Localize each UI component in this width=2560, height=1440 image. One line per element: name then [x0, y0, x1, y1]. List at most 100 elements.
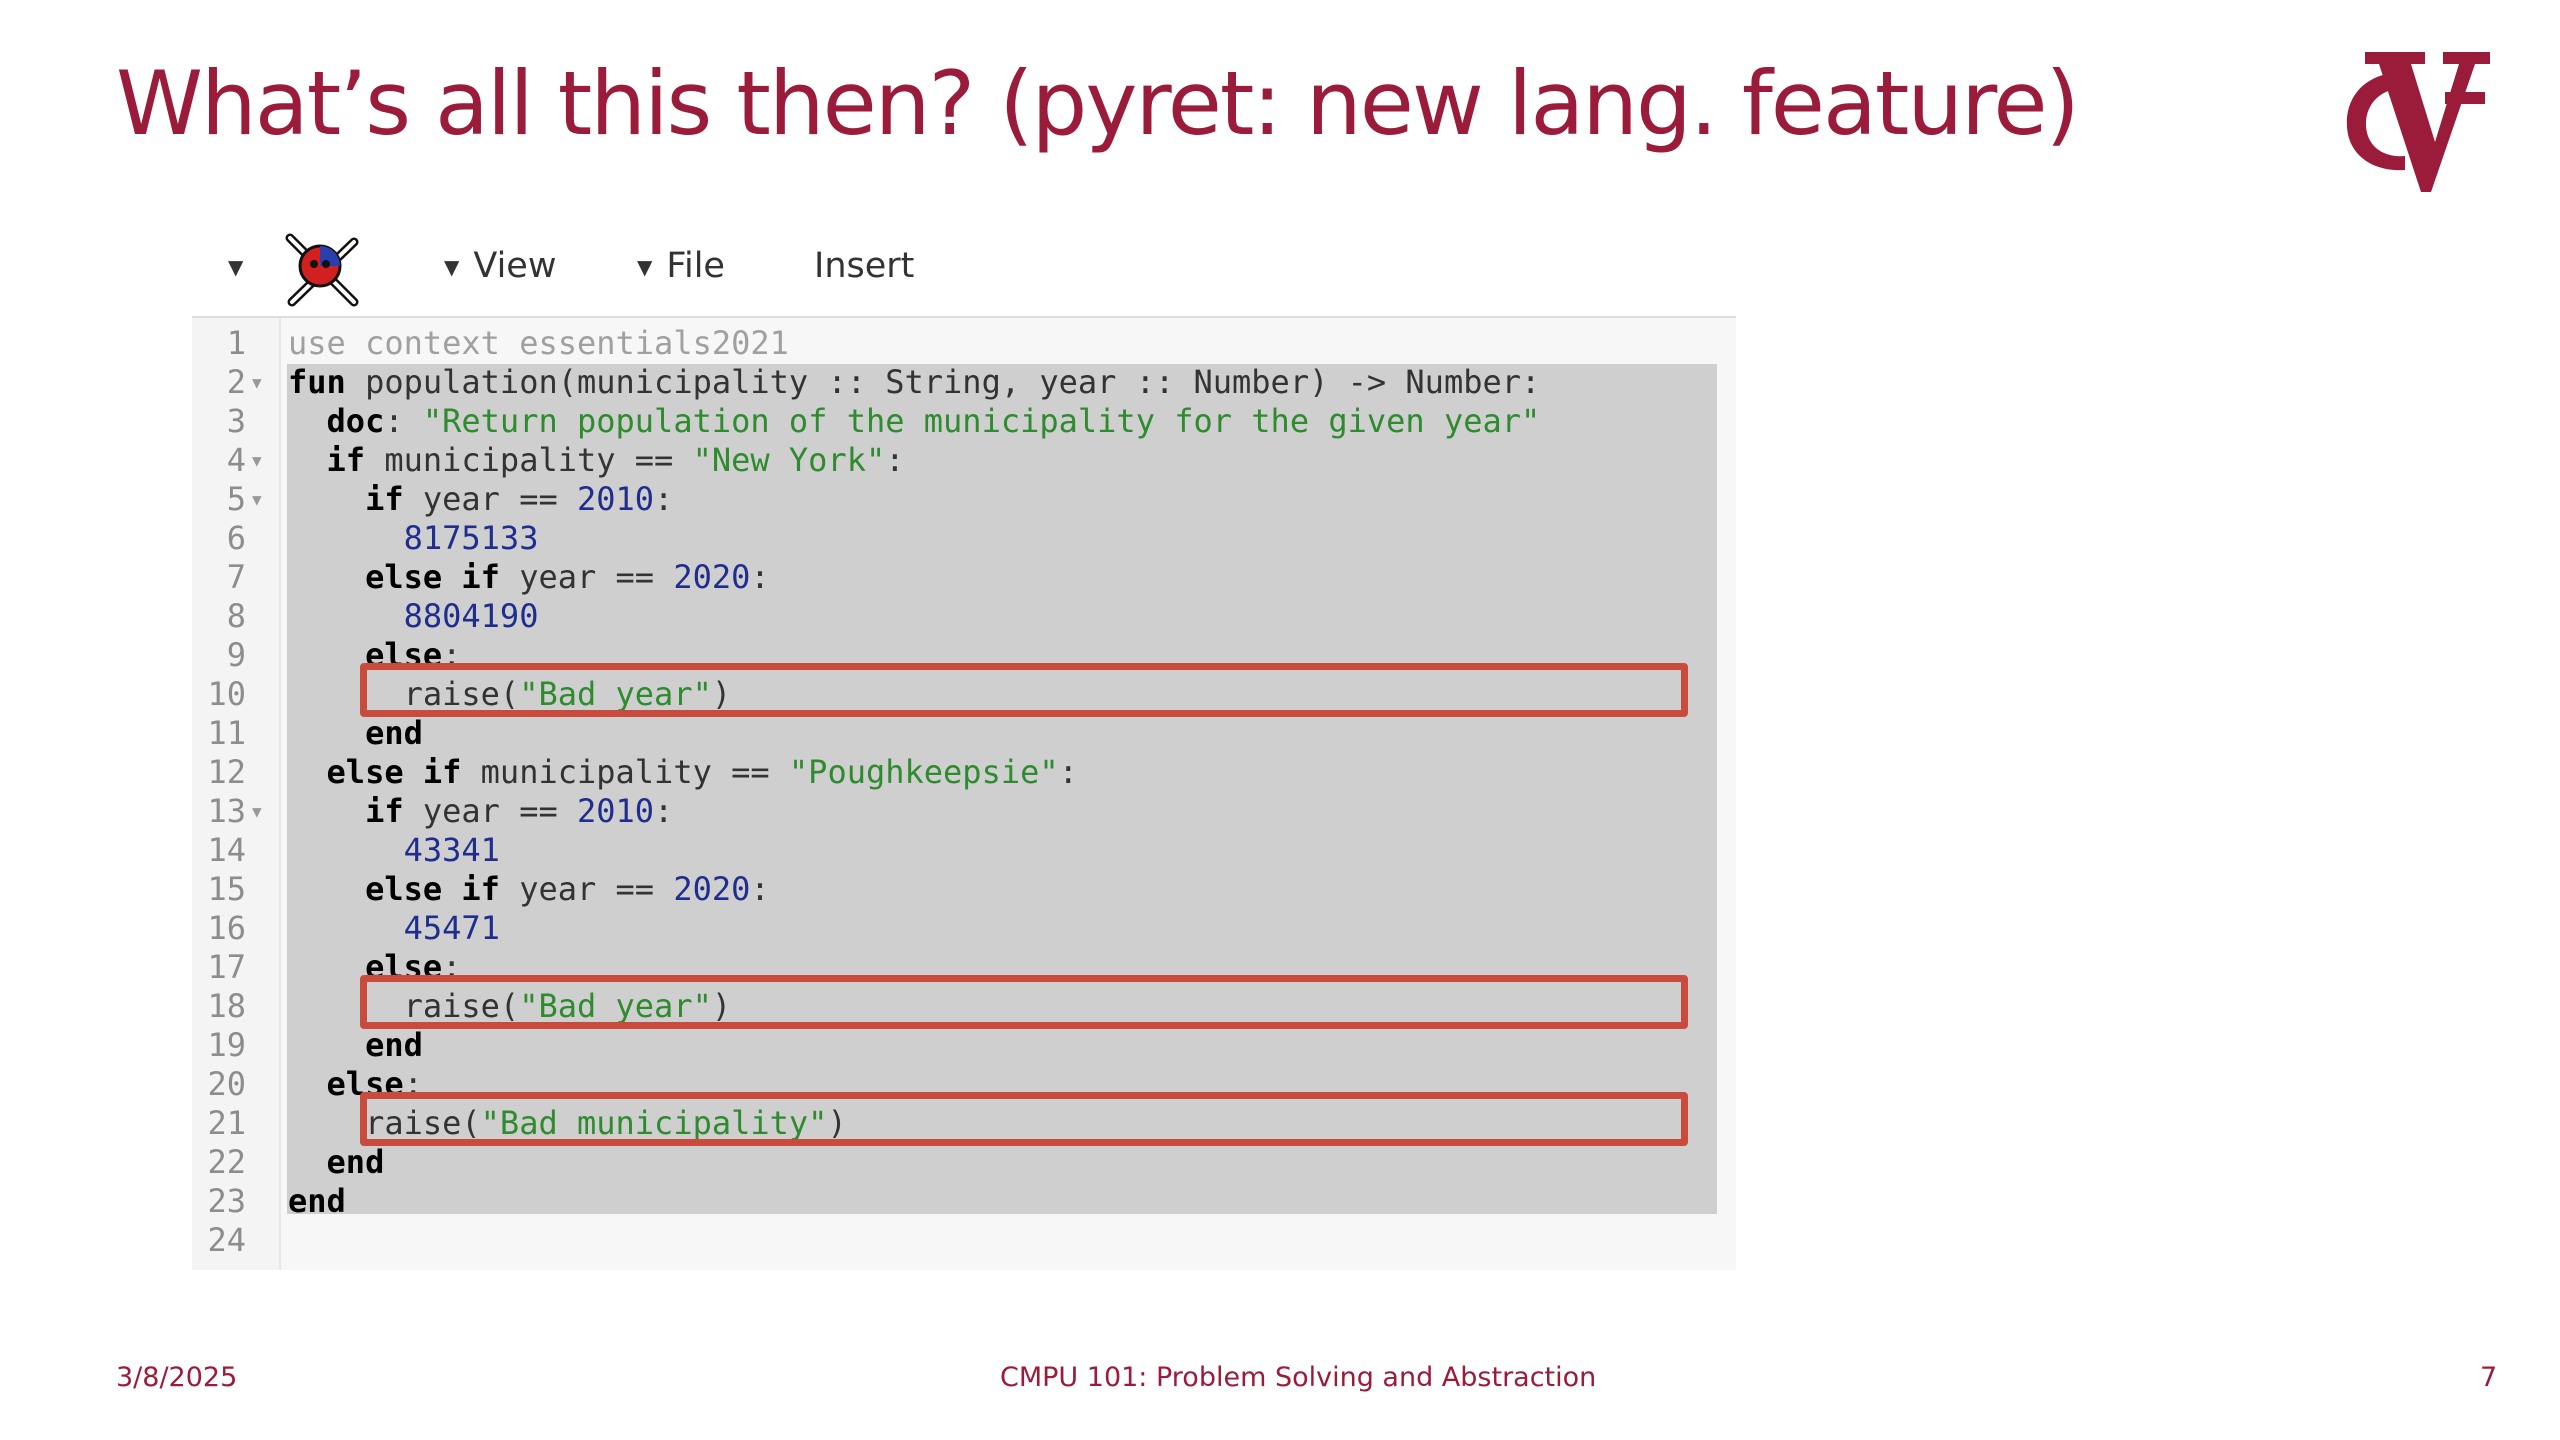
code-token: "Poughkeepsie": [788, 753, 1059, 791]
code-token: :: [384, 402, 423, 440]
code-token: if: [365, 480, 404, 518]
line-number: 16: [207, 909, 246, 947]
fold-toggle-icon[interactable]: ▼: [252, 480, 262, 519]
line-number: 9: [226, 636, 246, 674]
highlight-box: [360, 1092, 1688, 1146]
code-token: doc: [326, 402, 385, 440]
code-token: end: [365, 714, 423, 752]
line-number: 7: [226, 558, 246, 596]
code-token: year ==: [403, 792, 577, 830]
code-token: 2020: [673, 558, 751, 596]
line-number: 12: [207, 753, 246, 791]
code-token: end: [326, 1143, 385, 1181]
code-line: else if municipality == "Poughkeepsie":: [288, 753, 1078, 792]
code-token: if: [365, 792, 404, 830]
fold-toggle-icon[interactable]: ▼: [252, 441, 262, 480]
slide-title: What’s all this then? (pyret: new lang. …: [116, 52, 2080, 155]
fold-toggle-icon[interactable]: ▼: [252, 363, 262, 402]
insert-menu-label: Insert: [814, 246, 915, 286]
code-line: if year == 2010:: [288, 480, 673, 519]
code-line: doc: "Return population of the municipal…: [288, 402, 1541, 441]
code-token: year ==: [403, 480, 577, 518]
code-token: "Return population of the municipality f…: [422, 402, 1541, 440]
code-token: else if: [365, 558, 500, 596]
code-line: end: [288, 1182, 346, 1221]
course-name: CMPU 101: Problem Solving and Abstractio…: [1000, 1362, 1597, 1393]
code-token: year ==: [499, 870, 674, 908]
code-line: 43341: [288, 831, 500, 870]
line-number: 15: [207, 870, 246, 908]
line-number: 14: [207, 831, 246, 869]
highlight-box: [360, 975, 1688, 1029]
line-number-gutter: 1 2 ▼ 3 4 ▼ 5 ▼ 6 7 8 9 10 11 12 13 ▼ 14 15 16 17 18 19 20 21 22 2…: [192, 318, 281, 1270]
code-token: else if: [365, 870, 500, 908]
fold-toggle-icon[interactable]: ▼: [252, 792, 262, 831]
code-token: 43341: [288, 831, 500, 869]
code-token: :: [654, 480, 674, 518]
page-number: 7: [2480, 1362, 2498, 1393]
highlight-box: [360, 663, 1688, 717]
line-number: 19: [207, 1026, 246, 1064]
line-number: 24: [207, 1221, 246, 1259]
code-token: :: [750, 558, 770, 596]
insert-menu[interactable]: Insert: [814, 246, 914, 286]
code-token: end: [365, 1026, 423, 1064]
pyret-skull-crossbones-icon[interactable]: [280, 228, 364, 312]
code-line: end: [288, 714, 423, 753]
line-number: 8: [226, 597, 246, 635]
file-menu[interactable]: ▼ File: [637, 246, 725, 286]
view-menu-label: View: [473, 246, 557, 286]
code-token: municipality ==: [461, 753, 789, 791]
code-line: end: [288, 1143, 385, 1182]
code-token: 2010: [576, 480, 655, 518]
line-number: 22: [207, 1143, 246, 1181]
slide-date: 3/8/2025: [116, 1362, 238, 1393]
code-token: population(municipality :: String, year …: [345, 363, 1541, 401]
code-token: :: [885, 441, 905, 479]
code-line: fun population(municipality :: String, y…: [288, 363, 1540, 402]
code-line: use context essentials2021: [288, 324, 789, 363]
code-token: 45471: [288, 909, 500, 947]
code-line: if year == 2010:: [288, 792, 673, 831]
code-token: 2010: [576, 792, 655, 830]
code-line: end: [288, 1026, 423, 1065]
code-editor[interactable]: 1 2 ▼ 3 4 ▼ 5 ▼ 6 7 8 9 10 11 12 13 ▼ 14 15 16 17 18 19 20 21 22 2…: [192, 318, 1736, 1270]
line-number: 23: [207, 1182, 246, 1220]
line-number: 10: [207, 675, 246, 713]
main-menu-caret-button[interactable]: ▼: [228, 246, 257, 286]
code-line: 45471: [288, 909, 500, 948]
line-number: 4: [226, 441, 246, 479]
caret-down-icon: ▼: [228, 255, 244, 279]
line-number: 1: [226, 324, 246, 362]
code-token: else if: [326, 753, 462, 791]
code-token: 8175133: [288, 519, 539, 557]
code-token: 8804190: [288, 597, 539, 635]
code-line: else if year == 2020:: [288, 558, 770, 597]
caret-down-icon: ▼: [637, 255, 653, 279]
code-token: :: [750, 870, 770, 908]
code-token: municipality ==: [365, 441, 693, 479]
code-token: :: [1058, 753, 1078, 791]
caret-down-icon: ▼: [444, 255, 460, 279]
code-line: 8175133: [288, 519, 539, 558]
code-token: if: [326, 441, 366, 479]
code-token: year ==: [499, 558, 674, 596]
code-line: else if year == 2020:: [288, 870, 770, 909]
line-number: 13: [207, 792, 246, 830]
editor-toolbar: ▼ ▼ View ▼ File Insert: [192, 222, 1736, 319]
code-token: 2020: [673, 870, 751, 908]
code-token: end: [288, 1182, 346, 1220]
line-number: 6: [226, 519, 246, 557]
view-menu[interactable]: ▼ View: [444, 246, 556, 286]
